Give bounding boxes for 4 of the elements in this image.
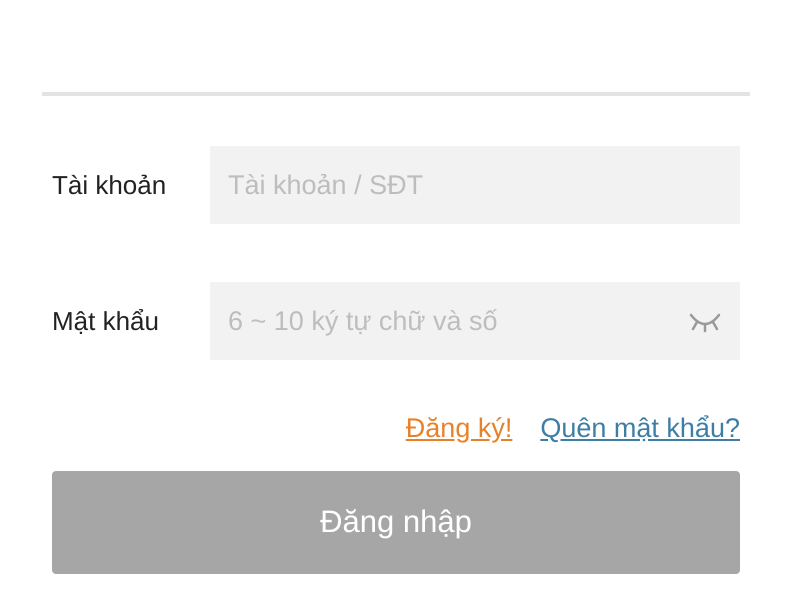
text-link[interactable]: Quên mật khẩu? bbox=[540, 408, 740, 448]
field-label: Mật khẩu bbox=[52, 304, 160, 338]
field-label: Tài khoản bbox=[52, 168, 168, 202]
text-link[interactable]: Đăng ký! bbox=[406, 408, 512, 448]
